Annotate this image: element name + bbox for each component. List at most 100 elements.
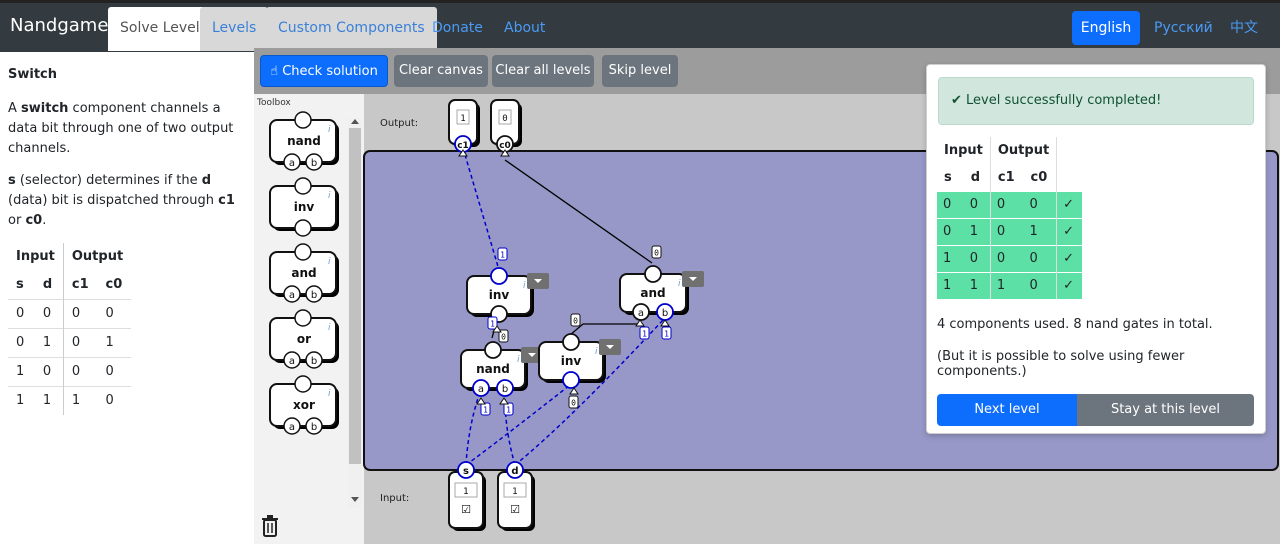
pin-label: b bbox=[311, 422, 317, 433]
pin-label: s bbox=[463, 466, 469, 477]
output-pin bbox=[484, 341, 502, 359]
table-cell: 0 bbox=[937, 217, 964, 245]
gate-label: inv bbox=[561, 354, 582, 368]
checkmark-icon: ✔ bbox=[951, 93, 962, 108]
component-label: nand bbox=[287, 134, 321, 148]
table-cell: 0 bbox=[1023, 190, 1057, 218]
output-pin bbox=[294, 243, 312, 261]
pin-label: a bbox=[478, 384, 484, 395]
toolbox-component-xor[interactable]: xoria b bbox=[269, 375, 339, 435]
table-cell: 1 bbox=[1023, 217, 1057, 245]
wire-value-label: 1 bbox=[497, 247, 508, 261]
toolbox-component-nand[interactable]: nandia b bbox=[269, 111, 339, 171]
input-value: 1 bbox=[512, 487, 518, 497]
pin-label: b bbox=[311, 158, 317, 169]
table-cell: 0 bbox=[989, 244, 1024, 272]
table-cell: 0 bbox=[937, 190, 964, 218]
output-pin bbox=[294, 375, 312, 393]
wire-value-text: 1 bbox=[642, 330, 647, 339]
table-cell: 1 bbox=[963, 217, 991, 245]
pin-label: a bbox=[289, 422, 295, 433]
check-mark-cell: ✓ bbox=[1056, 190, 1082, 218]
gate-label: and bbox=[640, 286, 665, 300]
input-pin bbox=[294, 219, 312, 237]
output-node-c1: 1c1 bbox=[448, 99, 480, 153]
input-label: Input: bbox=[380, 493, 409, 504]
table-group-output: Output bbox=[989, 137, 1057, 164]
table-cell: 0 bbox=[989, 190, 1024, 218]
wire-value-label: 1 bbox=[503, 402, 514, 416]
hint-text: (But it is possible to solve using fewer… bbox=[937, 349, 1185, 379]
toolbox-scrollbar[interactable] bbox=[348, 118, 362, 508]
wire-value-label: 1 bbox=[661, 326, 672, 340]
table-header: s bbox=[944, 169, 952, 185]
toolbox-component-inv[interactable]: invi bbox=[269, 177, 339, 237]
result-row: 1 0 0 0 ✓ bbox=[937, 244, 1082, 272]
component-label: inv bbox=[294, 200, 315, 214]
wire-value-text: 1 bbox=[506, 406, 511, 415]
gate-label: inv bbox=[489, 288, 510, 302]
result-row: 0 0 0 0 ✓ bbox=[937, 190, 1082, 218]
wire-value-label: 0 bbox=[651, 245, 662, 259]
component-label: xor bbox=[293, 398, 315, 412]
output-pin bbox=[644, 265, 662, 283]
components-used-text: 4 components used. 8 nand gates in total… bbox=[937, 317, 1213, 332]
pin-label: a bbox=[289, 290, 295, 301]
pin-label: b bbox=[502, 384, 508, 395]
next-level-button[interactable]: Next level bbox=[937, 394, 1077, 426]
result-row: 1 1 1 0 ✓ bbox=[937, 271, 1082, 299]
node-body bbox=[497, 471, 533, 529]
input-node-d[interactable]: d 1 ☑ bbox=[497, 461, 535, 531]
wire-value-text: 0 bbox=[573, 317, 578, 326]
table-header-empty bbox=[1056, 164, 1082, 191]
check-mark-cell: ✓ bbox=[1056, 217, 1082, 245]
output-pin bbox=[490, 267, 508, 285]
stay-at-level-button[interactable]: Stay at this level bbox=[1077, 394, 1254, 426]
wire-value-text: 0 bbox=[654, 249, 659, 258]
pin-label: b bbox=[311, 356, 317, 367]
output-pin bbox=[294, 177, 312, 195]
result-row: 0 1 0 1 ✓ bbox=[937, 217, 1082, 245]
success-text: Level successfully completed! bbox=[966, 93, 1162, 108]
table-cell: 0 bbox=[1023, 244, 1057, 272]
table-header: d bbox=[970, 169, 980, 185]
wire-value-label: 0 bbox=[570, 313, 581, 327]
table-cell: 0 bbox=[989, 217, 1024, 245]
table-header: c0 bbox=[1030, 169, 1048, 185]
input-pin bbox=[562, 371, 580, 389]
checkbox-checked-icon[interactable]: ☑ bbox=[461, 503, 471, 516]
table-cell: 0 bbox=[963, 190, 991, 218]
output-pin bbox=[294, 309, 312, 327]
wire-value-label: 1 bbox=[639, 326, 650, 340]
output-value: 0 bbox=[502, 114, 507, 124]
success-alert: ✔ Level successfully completed! bbox=[938, 77, 1254, 125]
table-cell: 0 bbox=[1023, 271, 1057, 299]
checkbox-checked-icon[interactable]: ☑ bbox=[510, 503, 520, 516]
wire-value-text: 1 bbox=[483, 406, 488, 415]
trash-icon[interactable] bbox=[262, 515, 278, 537]
output-pin bbox=[562, 333, 580, 351]
pin-label: b bbox=[662, 308, 668, 319]
output-label: Output: bbox=[380, 118, 418, 129]
result-popup: ✔ Level successfully completed! Input Ou… bbox=[926, 64, 1266, 434]
pin-label: a bbox=[289, 356, 295, 367]
table-group-input: Input bbox=[944, 143, 983, 158]
table-header-empty bbox=[1056, 137, 1082, 164]
node-body bbox=[448, 471, 484, 529]
pin-label: b bbox=[311, 290, 317, 301]
toolbox-component-and[interactable]: andia b bbox=[269, 243, 339, 303]
wire-value-text: 0 bbox=[501, 333, 506, 342]
table-cell: 1 bbox=[937, 244, 964, 272]
input-value: 1 bbox=[463, 487, 469, 497]
table-cell: 1 bbox=[963, 271, 991, 299]
component-label: or bbox=[297, 332, 311, 346]
wire-value-text: 0 bbox=[571, 399, 576, 408]
wire-value-text: 1 bbox=[490, 320, 495, 329]
output-node-c0: 0c0 bbox=[490, 99, 522, 153]
result-table: Input Output s d c1 c0 0 0 0 0 ✓ 0 1 0 1 ✓ 1 0 0 0 ✓… bbox=[937, 137, 1082, 299]
wire-value-label: 1 bbox=[480, 402, 491, 416]
input-node-s[interactable]: s 1 ☑ bbox=[448, 461, 486, 531]
toolbox-component-or[interactable]: oria b bbox=[269, 309, 339, 369]
gate-label: nand bbox=[476, 362, 510, 376]
pin-label: a bbox=[638, 308, 644, 319]
